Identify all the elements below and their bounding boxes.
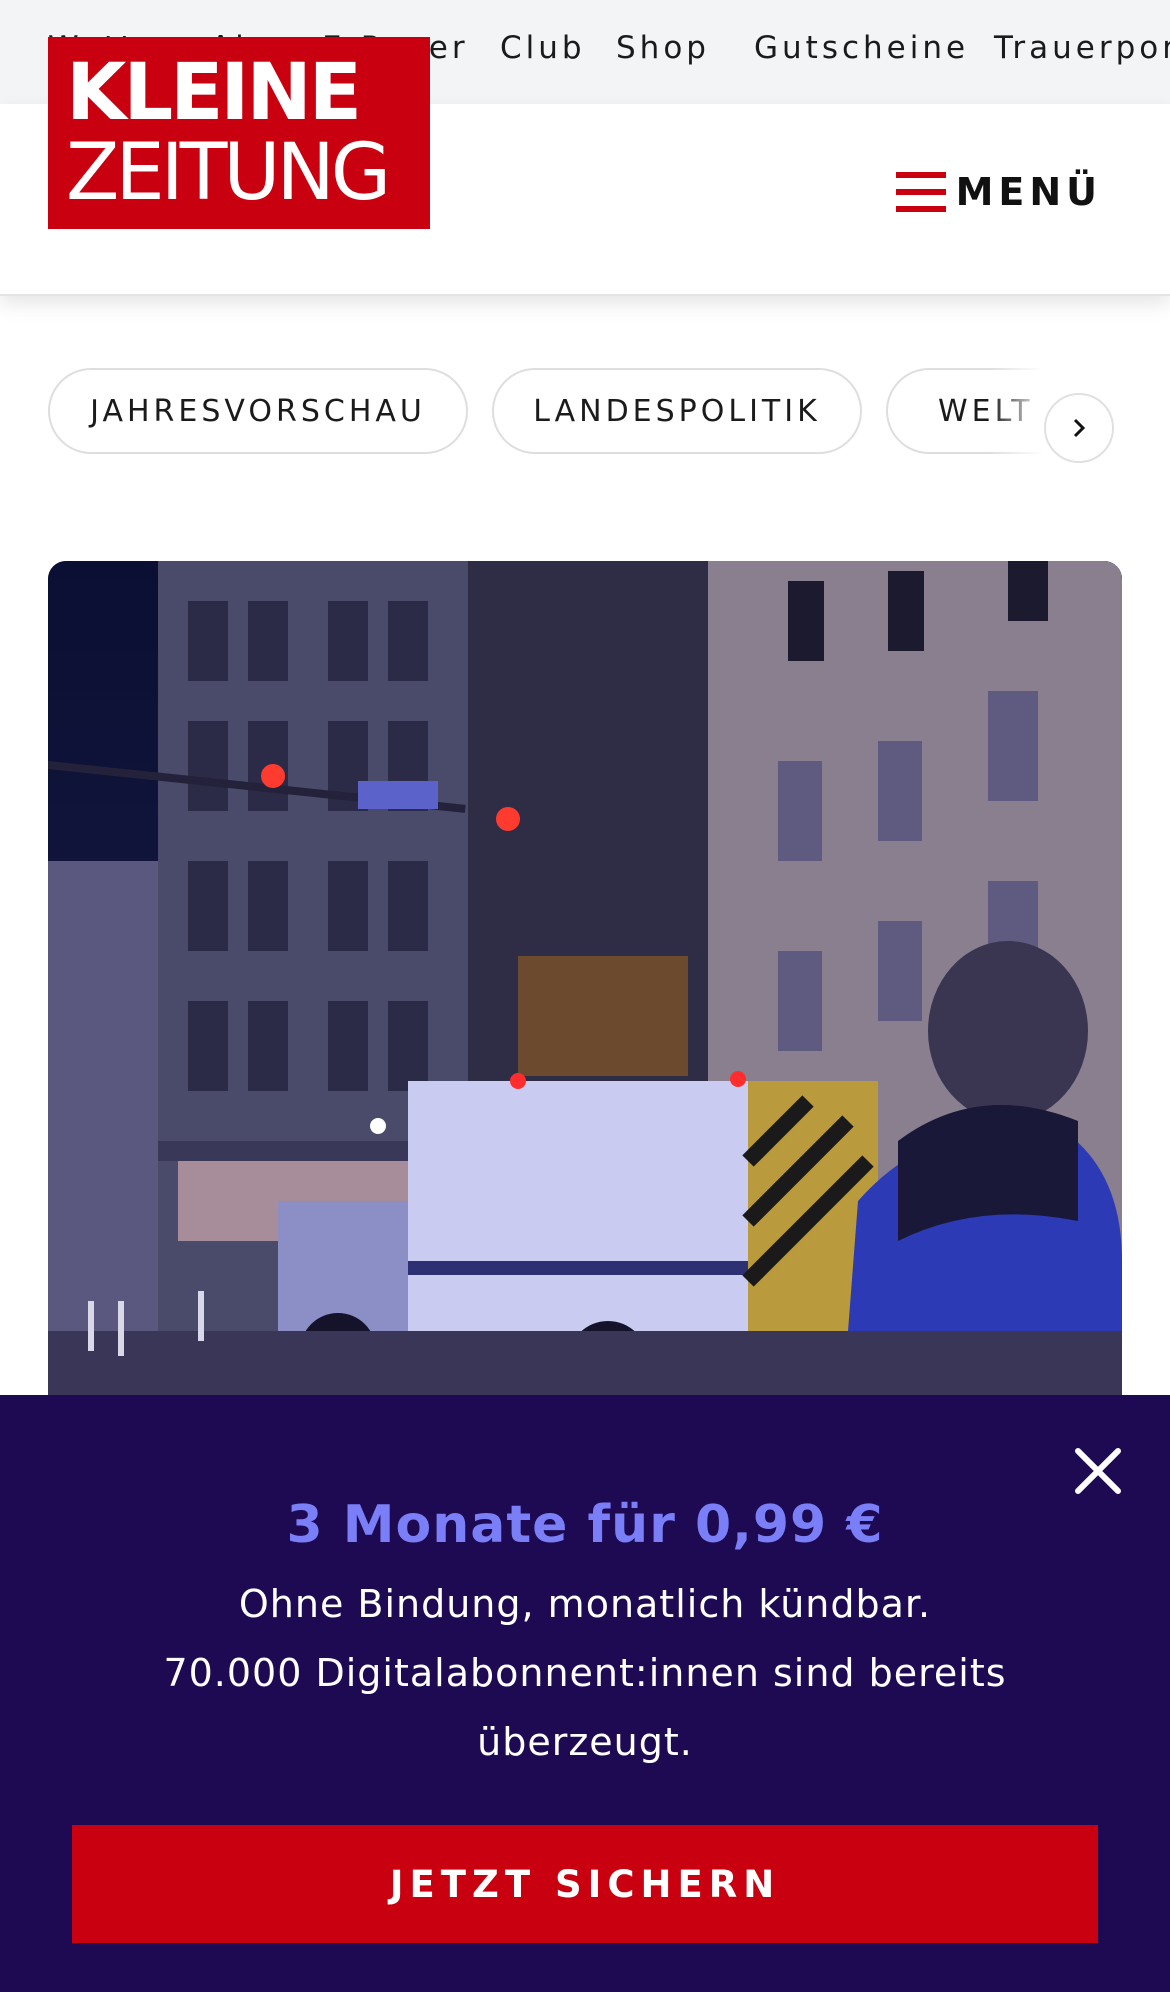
chip-landespolitik[interactable]: LANDESPOLITIK [492,368,862,454]
topnav-link-gutscheine[interactable]: Gutscheine [754,30,969,66]
offer-description: Ohne Bindung, monatlich kündbar. 70.000 … [120,1570,1050,1777]
hamburger-icon [896,172,946,212]
topnav-link-club[interactable]: Club [500,30,586,66]
subscribe-now-button[interactable]: JETZT SICHERN [72,1825,1098,1943]
logo-line2: ZEITUNG [66,128,391,218]
chevron-right-icon [1073,418,1086,438]
offer-line2: 70.000 Digitalabonnent:innen sind bereit… [163,1651,1007,1764]
chips-scroll-next-button[interactable] [1044,393,1114,463]
category-chip-bar: JAHRESVORSCHAU LANDESPOLITIK WELT [0,368,1170,462]
hero-image[interactable] [48,561,1122,1461]
menu-label: MENÜ [955,170,1102,214]
offer-line1: Ohne Bindung, monatlich kündbar. [238,1582,932,1626]
subscription-paywall: 3 Monate für 0,99 € Ohne Bindung, monatl… [0,1395,1170,1992]
close-button[interactable] [1072,1445,1124,1497]
logo-line1: KLEINE [66,48,362,138]
chip-jahresvorschau[interactable]: JAHRESVORSCHAU [48,368,468,454]
topnav-link-shop[interactable]: Shop [616,30,710,66]
close-icon [1075,1448,1121,1494]
site-logo[interactable]: KLEINE ZEITUNG [48,37,430,229]
news-photo-icon [48,561,1122,1461]
menu-button[interactable]: MENÜ [896,162,1102,222]
offer-headline: 3 Monate für 0,99 € [286,1495,884,1555]
topnav-link-trauerportal[interactable]: Trauerportal [994,30,1170,66]
